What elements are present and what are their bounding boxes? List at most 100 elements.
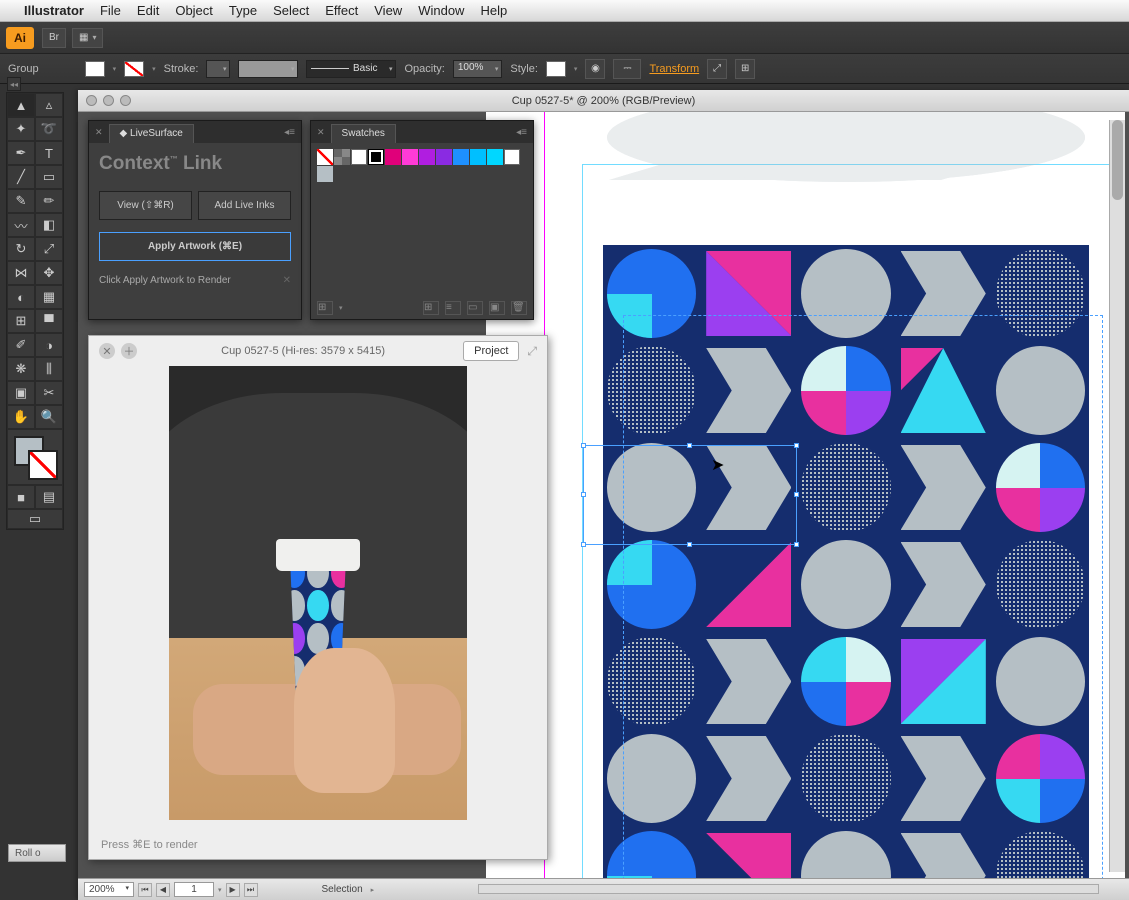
magic-wand-tool[interactable]: ✦ (7, 117, 35, 141)
swatch-options-icon[interactable]: ≡ (445, 301, 461, 315)
nav-last-icon[interactable]: ⏭ (244, 883, 258, 897)
swatch-kinds-icon[interactable]: ⊞ (423, 301, 439, 315)
artboard-number-field[interactable]: 1 (174, 882, 214, 897)
preview-add-icon[interactable]: ＋ (121, 343, 137, 359)
arrange-documents-button[interactable]: ▦▾ (72, 28, 103, 48)
menu-select[interactable]: Select (273, 3, 309, 18)
line-tool[interactable]: ╱ (7, 165, 35, 189)
swatch-none[interactable] (317, 149, 333, 165)
opacity-field[interactable]: 100%▾ (453, 60, 503, 78)
align-icon[interactable]: ⎓ (613, 59, 641, 79)
swatch-libraries-icon[interactable]: ⊞ (317, 301, 333, 315)
selection-tool[interactable]: ▲ (7, 93, 35, 117)
vertical-scrollbar[interactable] (1109, 120, 1125, 872)
gradient-tool[interactable]: ▀ (35, 309, 63, 333)
panel-menu-icon[interactable]: ◂≡ (284, 127, 295, 138)
gradient-mode-icon[interactable]: ▤ (35, 485, 63, 509)
transform-link[interactable]: Transform (649, 63, 699, 75)
artboard-tool[interactable]: ▣ (7, 381, 35, 405)
zoom-tool[interactable]: 🔍 (35, 405, 63, 429)
document-titlebar[interactable]: Cup 0527-5* @ 200% (RGB/Preview) (78, 90, 1129, 112)
variable-width-profile[interactable]: ▾ (238, 60, 298, 78)
menu-file[interactable]: File (100, 3, 121, 18)
direct-selection-tool[interactable]: ▵ (35, 93, 63, 117)
selection-bounding-box[interactable] (583, 445, 797, 545)
eyedropper-tool[interactable]: ✐ (7, 333, 35, 357)
type-tool[interactable]: T (35, 141, 63, 165)
pencil-tool[interactable]: ✏ (35, 189, 63, 213)
stroke-weight-field[interactable]: ▾ (206, 60, 230, 78)
nav-first-icon[interactable]: ⏮ (138, 883, 152, 897)
swatches-tab[interactable]: Swatches (331, 124, 396, 143)
swatch-item[interactable] (504, 149, 520, 165)
symbol-sprayer-tool[interactable]: ❋ (7, 357, 35, 381)
canvas[interactable]: ➤ (486, 112, 1125, 878)
bridge-button[interactable]: Br (42, 28, 66, 48)
app-menu[interactable]: Illustrator (24, 3, 84, 18)
horizontal-scrollbar[interactable] (478, 884, 1099, 894)
swatch-registration[interactable] (334, 149, 350, 165)
style-swatch[interactable] (546, 61, 566, 77)
scale-tool[interactable]: ⤢ (35, 237, 63, 261)
paintbrush-tool[interactable]: ✎ (7, 189, 35, 213)
screen-mode-icon[interactable]: ▭ (7, 509, 63, 529)
swatch-white[interactable] (351, 149, 367, 165)
menu-object[interactable]: Object (175, 3, 213, 18)
edit-icon[interactable]: ⊞ (735, 59, 755, 79)
project-button[interactable]: Project (463, 341, 519, 361)
fill-stroke-colors[interactable] (7, 429, 63, 485)
color-mode-icon[interactable]: ■ (7, 485, 35, 509)
menu-help[interactable]: Help (480, 3, 507, 18)
swatch-item[interactable] (385, 149, 401, 165)
swatch-item[interactable] (453, 149, 469, 165)
lasso-tool[interactable]: ➰ (35, 117, 63, 141)
panel-menu-icon[interactable]: ◂≡ (516, 127, 527, 138)
delete-swatch-icon[interactable]: 🗑 (511, 301, 527, 315)
preview-close-icon[interactable]: ✕ (99, 343, 115, 359)
stroke-swatch[interactable] (124, 61, 144, 77)
swatch-item[interactable] (436, 149, 452, 165)
swatch-item[interactable] (470, 149, 486, 165)
window-traffic-lights[interactable] (86, 95, 131, 106)
stroke-color-icon[interactable] (28, 450, 58, 480)
isolate-icon[interactable]: ⤢ (707, 59, 727, 79)
pen-tool[interactable]: ✒ (7, 141, 35, 165)
menu-type[interactable]: Type (229, 3, 257, 18)
mesh-tool[interactable]: ⊞ (7, 309, 35, 333)
blend-tool[interactable]: ◑ (35, 333, 63, 357)
blob-brush-tool[interactable]: 〰 (7, 213, 35, 237)
menu-effect[interactable]: Effect (325, 3, 358, 18)
brush-definition[interactable]: Basic▾ (306, 60, 396, 78)
panel-close-icon[interactable]: ✕ (95, 127, 103, 138)
add-live-inks-button[interactable]: Add Live Inks (198, 191, 291, 220)
tools-collapse-icon[interactable]: ◂◂ (7, 77, 21, 91)
slice-tool[interactable]: ✂ (35, 381, 63, 405)
rectangle-tool[interactable]: ▭ (35, 165, 63, 189)
panel-close-icon[interactable]: ✕ (317, 127, 325, 138)
menu-edit[interactable]: Edit (137, 3, 159, 18)
shape-builder-tool[interactable]: ◐ (7, 285, 35, 309)
eraser-tool[interactable]: ◧ (35, 213, 63, 237)
expand-icon[interactable]: ⤢ (527, 344, 537, 359)
new-color-group-icon[interactable]: ▭ (467, 301, 483, 315)
livesurface-tab[interactable]: ◆ LiveSurface (109, 124, 194, 143)
new-swatch-icon[interactable]: ▣ (489, 301, 505, 315)
width-tool[interactable]: ⋈ (7, 261, 35, 285)
perspective-tool[interactable]: ▦ (35, 285, 63, 309)
column-graph-tool[interactable]: ⫼ (35, 357, 63, 381)
view-button[interactable]: View (⇧⌘R) (99, 191, 192, 220)
swatch-item[interactable] (487, 149, 503, 165)
apply-artwork-button[interactable]: Apply Artwork (⌘E) (99, 232, 291, 261)
swatches-grid[interactable] (311, 143, 533, 188)
hand-tool[interactable]: ✋ (7, 405, 35, 429)
rotate-tool[interactable]: ↻ (7, 237, 35, 261)
swatch-black[interactable] (368, 149, 384, 165)
menu-window[interactable]: Window (418, 3, 464, 18)
swatch-item[interactable] (419, 149, 435, 165)
zoom-field[interactable]: 200%▾ (84, 882, 134, 897)
swatch-item[interactable] (402, 149, 418, 165)
fill-swatch[interactable] (85, 61, 105, 77)
nav-next-icon[interactable]: ▶ (226, 883, 240, 897)
free-transform-tool[interactable]: ✥ (35, 261, 63, 285)
recolor-artwork-icon[interactable]: ◉ (585, 59, 605, 79)
